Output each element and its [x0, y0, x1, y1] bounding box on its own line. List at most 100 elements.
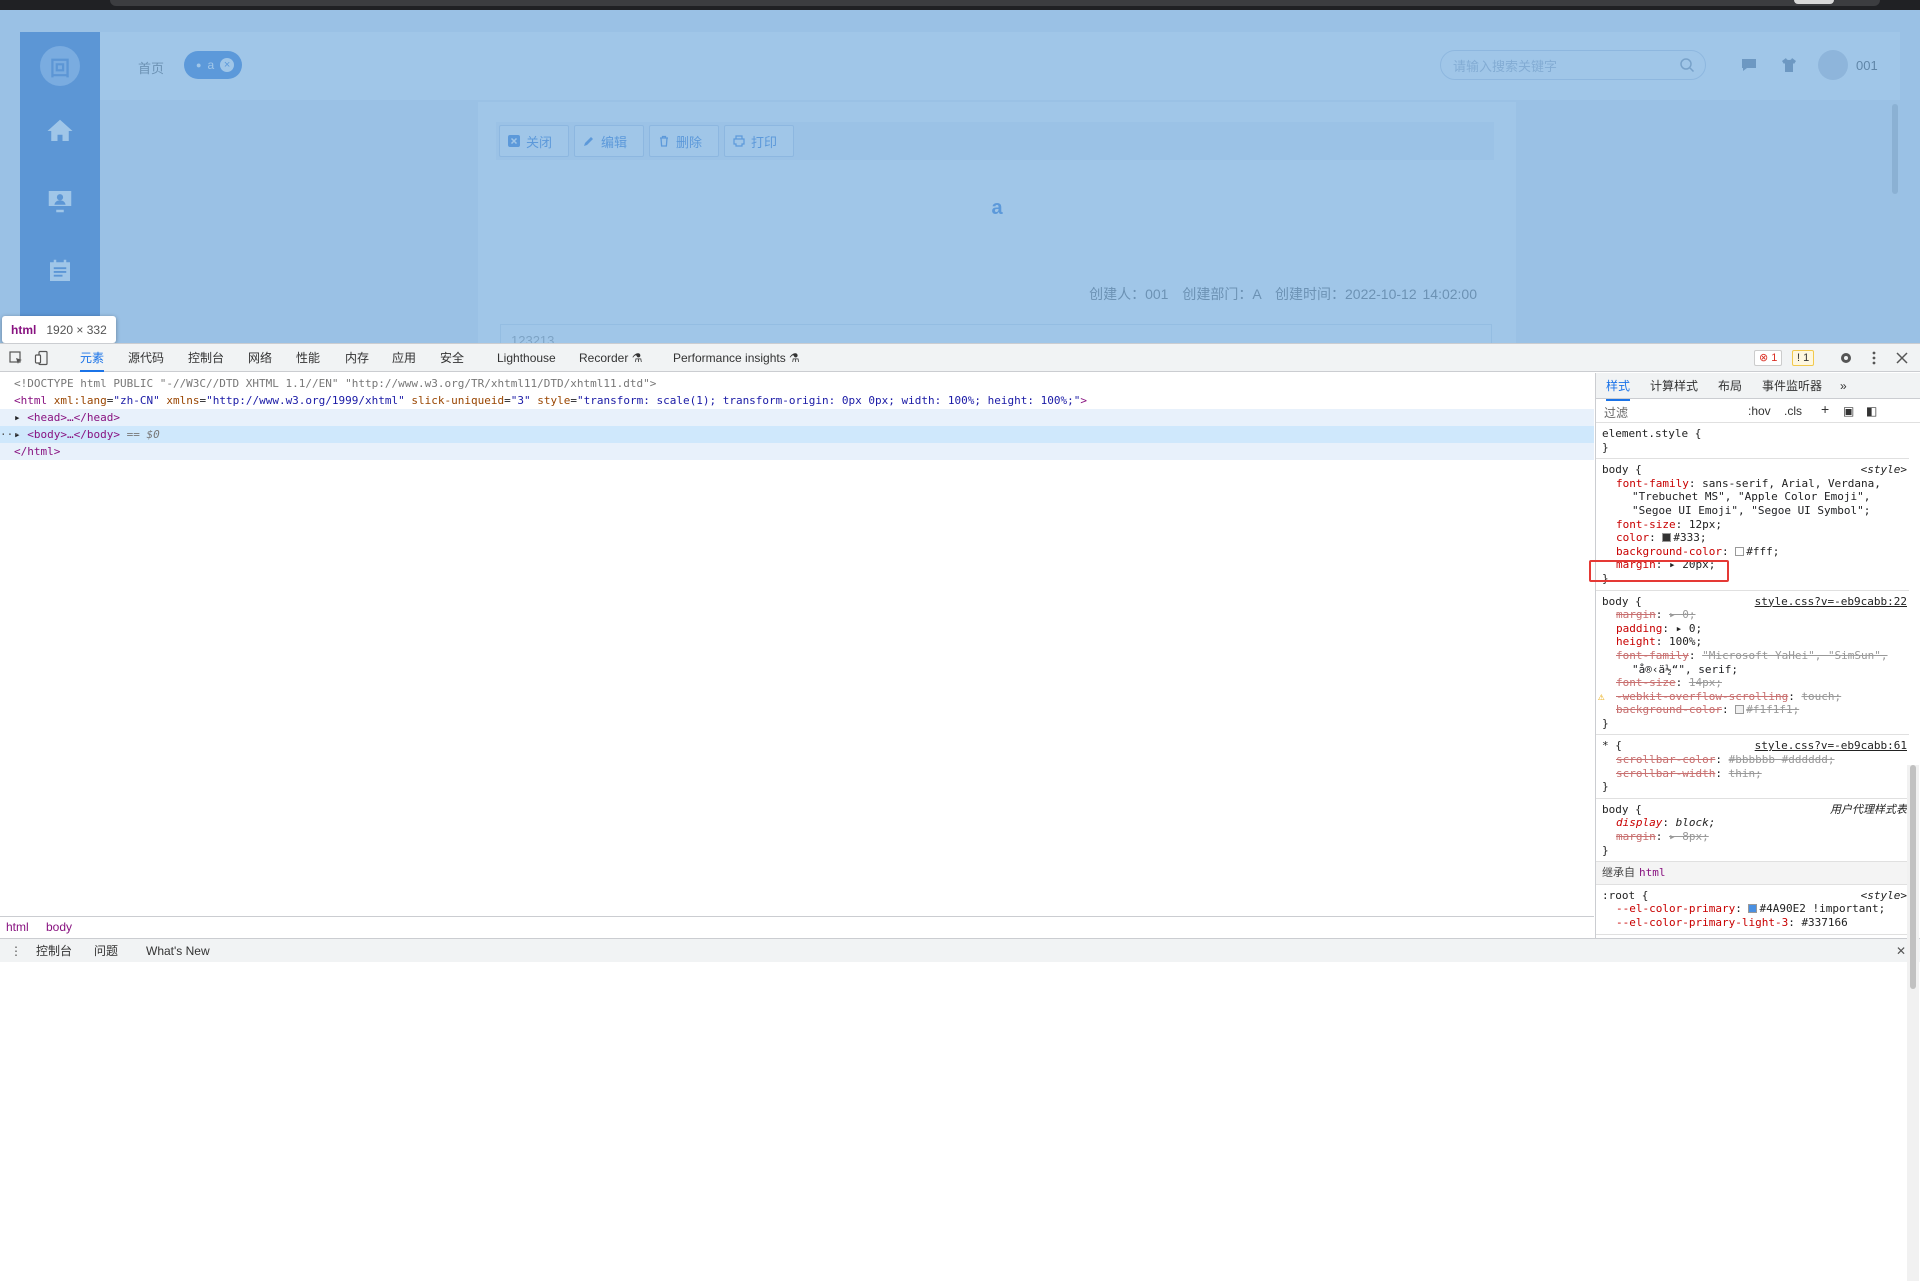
hov-toggle[interactable]: :hov	[1748, 404, 1771, 418]
style-declaration[interactable]: margin: ▸ 8px;	[1602, 830, 1903, 844]
doctype-line[interactable]: <!DOCTYPE html PUBLIC "-//W3C//DTD XHTML…	[14, 375, 656, 392]
declaration-value[interactable]: ▸ 8px;	[1669, 830, 1709, 843]
shirt-icon[interactable]	[1780, 56, 1798, 74]
styles-scrollbar[interactable]	[1907, 765, 1919, 1281]
declaration-property[interactable]: scrollbar-width	[1616, 767, 1715, 780]
html-attr-value[interactable]: "http://www.w3.org/1999/xhtml"	[206, 394, 405, 407]
edit-button[interactable]: 编辑	[574, 125, 644, 157]
drawer-close-icon[interactable]: ✕	[1896, 939, 1906, 963]
declaration-value[interactable]: 12px;	[1689, 518, 1722, 531]
print-button[interactable]: 打印	[724, 125, 794, 157]
style-declaration[interactable]: --el-color-primary-light-3: #337166	[1602, 916, 1903, 930]
tab-layout[interactable]: 布局	[1718, 373, 1742, 399]
tab-lighthouse[interactable]: Lighthouse	[497, 344, 556, 372]
html-attr-name[interactable]: style	[537, 394, 570, 407]
style-declaration[interactable]: padding: ▸ 0;	[1602, 622, 1903, 636]
rule-source-link[interactable]: <style>	[1861, 889, 1907, 903]
page-scrollbar-thumb[interactable]	[1892, 104, 1898, 194]
rule-source-link[interactable]: <style>	[1861, 463, 1907, 477]
color-swatch[interactable]	[1735, 546, 1745, 556]
style-declaration[interactable]: display: block;	[1602, 816, 1903, 830]
drawer-tab-whats-new[interactable]: What's New	[146, 939, 210, 963]
calendar-list-icon[interactable]	[20, 236, 100, 306]
declaration-value[interactable]: block;	[1676, 816, 1716, 829]
html-attr-name[interactable]: xml:lang	[54, 394, 107, 407]
html-attr-value[interactable]: "3"	[511, 394, 531, 407]
tab-computed[interactable]: 计算样式	[1650, 373, 1698, 399]
style-declaration[interactable]: font-family: sans-serif, Arial, Verdana,	[1602, 477, 1903, 491]
tab-elements[interactable]: 元素	[80, 344, 105, 372]
html-attr-value[interactable]: "zh-CN"	[113, 394, 159, 407]
declaration-property[interactable]: margin	[1616, 830, 1656, 843]
style-declaration[interactable]: font-size: 14px;	[1602, 676, 1903, 690]
warning-badge[interactable]: ! 1	[1792, 350, 1815, 366]
style-declaration[interactable]: height: 100%;	[1602, 635, 1903, 649]
tag-close-icon[interactable]: ×	[220, 58, 235, 72]
declaration-property[interactable]: -webkit-overflow-scrolling	[1616, 690, 1788, 703]
declaration-value[interactable]: #bbbbbb #dddddd;	[1729, 753, 1835, 766]
rule-source-link[interactable]: style.css?v=-eb9cabb:61	[1755, 739, 1907, 753]
declaration-value[interactable]: ▸ 0;	[1669, 608, 1696, 621]
rule-selector[interactable]: body {	[1602, 463, 1903, 477]
open-tab-tag[interactable]: ● a ×	[184, 51, 243, 79]
declaration-property[interactable]: display	[1616, 816, 1662, 829]
gear-icon[interactable]	[1838, 350, 1854, 366]
style-declaration[interactable]: scrollbar-width: thin;	[1602, 767, 1903, 781]
declaration-property[interactable]: font-family	[1616, 477, 1689, 490]
html-open-line[interactable]: <html xml:lang="zh-CN" xmlns="http://www…	[14, 392, 1087, 409]
html-attr-name[interactable]: xmlns	[166, 394, 199, 407]
style-declaration[interactable]: font-size: 12px;	[1602, 518, 1903, 532]
crumb-home[interactable]: 首页	[138, 58, 164, 77]
style-declaration[interactable]: ⚠ -webkit-overflow-scrolling: touch;	[1598, 690, 1903, 704]
style-declaration[interactable]: background-color: #f1f1f1;	[1602, 703, 1903, 717]
search-input[interactable]: 请输入搜索关键字	[1440, 50, 1706, 80]
inherited-from-tag[interactable]: html	[1639, 866, 1666, 879]
declaration-value[interactable]: ▸ 20px;	[1669, 558, 1715, 571]
drawer-tab-issues[interactable]: 问题	[94, 939, 118, 963]
declaration-value[interactable]: 100%;	[1669, 635, 1702, 648]
html-attr-value[interactable]: "transform: scale(1); transform-origin: …	[577, 394, 1080, 407]
color-swatch[interactable]	[1662, 533, 1672, 543]
color-swatch[interactable]	[1735, 705, 1745, 715]
declaration-value[interactable]: touch;	[1801, 690, 1841, 703]
inspect-element-icon[interactable]	[8, 350, 24, 366]
search-icon[interactable]	[1679, 57, 1695, 73]
declaration-property[interactable]: font-family	[1616, 649, 1689, 662]
expand-triangle-icon[interactable]: ▸	[14, 411, 21, 424]
declaration-value[interactable]: ▸ 0;	[1676, 622, 1703, 635]
tab-sources[interactable]: 源代码	[128, 344, 164, 372]
declaration-property[interactable]: background-color	[1616, 545, 1722, 558]
row-ellipsis[interactable]: ···	[0, 426, 20, 443]
declaration-property[interactable]: font-size	[1616, 518, 1676, 531]
add-rule-icon[interactable]: +	[1821, 401, 1829, 417]
rule-selector[interactable]: :root {	[1602, 889, 1903, 903]
html-close-line[interactable]: </html>	[0, 443, 1594, 460]
cls-toggle[interactable]: .cls	[1784, 404, 1802, 418]
filter-input[interactable]: 过滤	[1604, 404, 1628, 421]
tab-memory[interactable]: 内存	[345, 344, 369, 372]
monitor-user-icon[interactable]	[20, 166, 100, 236]
more-vertical-icon[interactable]	[1866, 350, 1882, 366]
style-declaration[interactable]: margin: ▸ 0;	[1602, 608, 1903, 622]
declaration-value[interactable]: #4A90E2 !important;	[1759, 902, 1885, 915]
declaration-value[interactable]: #f1f1f1;	[1746, 703, 1799, 716]
avatar[interactable]	[1818, 50, 1848, 80]
sidebar-toggle-icon[interactable]: ◧	[1866, 404, 1877, 418]
style-declaration[interactable]: scrollbar-color: #bbbbbb #dddddd;	[1602, 753, 1903, 767]
declaration-property[interactable]: scrollbar-color	[1616, 753, 1715, 766]
declaration-property[interactable]: margin	[1616, 608, 1656, 621]
home-icon[interactable]	[20, 96, 100, 166]
tab-event-listeners[interactable]: 事件监听器	[1762, 373, 1822, 399]
tab-security[interactable]: 安全	[440, 344, 464, 372]
tab-performance-insights[interactable]: Performance insights ⚗	[673, 344, 800, 372]
declaration-property[interactable]: --el-color-primary-light-3	[1616, 916, 1788, 929]
rule-source-link[interactable]: 用户代理样式表	[1830, 803, 1907, 817]
error-badge[interactable]: ⊗ 1	[1754, 350, 1783, 366]
close-devtools-icon[interactable]	[1894, 350, 1910, 366]
tab-styles[interactable]: 样式	[1606, 373, 1631, 401]
head-line[interactable]: ▸ <head>…</head>	[0, 409, 1594, 426]
tab-more[interactable]: »	[1840, 373, 1847, 399]
declaration-property[interactable]: margin	[1616, 558, 1656, 571]
declaration-value[interactable]: #337166	[1801, 916, 1847, 929]
declaration-property[interactable]: height	[1616, 635, 1656, 648]
